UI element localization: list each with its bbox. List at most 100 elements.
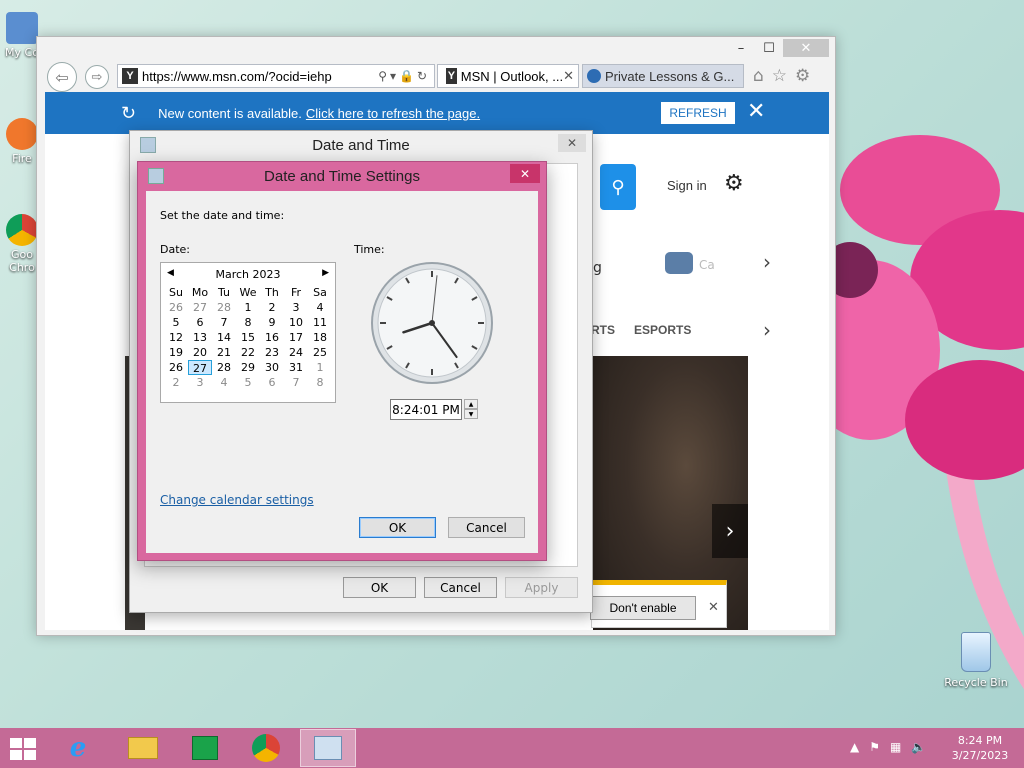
time-spinner[interactable]: ▲ ▼ [464, 399, 478, 420]
action-center-flag-icon[interactable]: ⚑ [869, 740, 880, 754]
calendar-day[interactable]: 28 [212, 360, 236, 375]
calendar-day[interactable]: 26 [164, 360, 188, 375]
calendar-day[interactable]: 27 [188, 360, 212, 375]
tab-msn[interactable]: Y MSN | Outlook, ... ✕ [437, 64, 579, 88]
home-icon[interactable]: ⌂ [753, 66, 764, 86]
calendar-day[interactable]: 1 [308, 360, 332, 375]
dialog-close-button[interactable]: ✕ [558, 134, 586, 152]
volume-muted-icon[interactable]: 🔈 [911, 740, 926, 754]
calendar-month-year[interactable]: March 2023 [215, 268, 280, 281]
calendar-day[interactable]: 19 [164, 345, 188, 360]
minimize-button[interactable]: – [727, 39, 755, 57]
nav-next-icon[interactable]: › [763, 318, 771, 342]
calendar-day[interactable]: 13 [188, 330, 212, 345]
tools-gear-icon[interactable]: ⚙ [795, 66, 810, 86]
calendar-day[interactable]: 15 [236, 330, 260, 345]
calendar-day[interactable]: 24 [284, 345, 308, 360]
refresh-button[interactable]: REFRESH [661, 102, 735, 124]
taskbar-chrome[interactable] [238, 729, 294, 767]
calendar-day[interactable]: 5 [164, 315, 188, 330]
ok-button[interactable]: OK [343, 577, 416, 598]
settings-gear-icon[interactable]: ⚙ [724, 171, 744, 196]
addon-close-icon[interactable]: ✕ [708, 600, 719, 615]
weekday-header: Fr [290, 286, 302, 299]
search-button[interactable]: ⚲ [600, 164, 636, 210]
spin-down-icon[interactable]: ▼ [464, 409, 478, 419]
calendar-day[interactable]: 8 [236, 315, 260, 330]
calendar-day[interactable]: 26 [164, 300, 188, 315]
calendar-day[interactable]: 30 [260, 360, 284, 375]
calendar-day[interactable]: 23 [260, 345, 284, 360]
desktop-icon-recycle-bin[interactable]: Recycle Bin [940, 632, 1012, 689]
close-window-button[interactable]: ✕ [783, 39, 829, 57]
start-button[interactable] [10, 738, 38, 760]
taskbar-ie[interactable]: e [50, 729, 106, 767]
calendar-grid: Su Mo Tu We Th Fr Sa 26 27 28 1 2 3 4 5 6 7 8 9 10 11 12 13 14 1… [164, 285, 335, 390]
calendar-day[interactable]: 6 [260, 375, 284, 390]
calendar-header: ◀ March 2023 ▶ [161, 263, 335, 285]
calendar-day[interactable]: 9 [260, 315, 284, 330]
calendar-day[interactable]: 2 [164, 375, 188, 390]
refresh-page-link[interactable]: Click here to refresh the page. [306, 106, 480, 121]
calendar-day[interactable]: 4 [308, 300, 332, 315]
calendar-day[interactable]: 29 [236, 360, 260, 375]
calendar-day[interactable]: 8 [308, 375, 332, 390]
calendar-day[interactable]: 2 [260, 300, 284, 315]
sign-in-link[interactable]: Sign in [667, 178, 707, 193]
calendar-day[interactable]: 31 [284, 360, 308, 375]
next-month-icon[interactable]: ▶ [322, 268, 329, 278]
taskbar-date-time[interactable] [300, 729, 356, 767]
change-calendar-settings-link[interactable]: Change calendar settings [160, 493, 314, 507]
maximize-button[interactable]: ☐ [755, 39, 783, 57]
address-tools-icons[interactable]: ⚲▾🔒↻ [378, 69, 430, 83]
settings-ok-button[interactable]: OK [359, 517, 436, 538]
settings-close-button[interactable]: ✕ [510, 164, 540, 183]
calendar-day[interactable]: 18 [308, 330, 332, 345]
time-input[interactable]: 8:24:01 PM [390, 399, 462, 420]
settings-cancel-button[interactable]: Cancel [448, 517, 525, 538]
show-hidden-icons[interactable]: ▲ [850, 740, 859, 754]
nav-esports[interactable]: ESPORTS [634, 323, 691, 337]
calendar-day[interactable]: 14 [212, 330, 236, 345]
photo-next-icon[interactable]: › [712, 504, 748, 558]
spin-up-icon[interactable]: ▲ [464, 399, 478, 409]
taskbar-file-explorer[interactable] [115, 729, 171, 767]
back-button[interactable]: ⇦ [47, 62, 77, 92]
calendar-day[interactable]: 12 [164, 330, 188, 345]
car-icon [665, 252, 693, 274]
calendar-day[interactable]: 6 [188, 315, 212, 330]
calendar-day[interactable]: 3 [188, 375, 212, 390]
calendar-day[interactable]: 28 [212, 300, 236, 315]
calendar-day[interactable]: 7 [212, 315, 236, 330]
calendar-day[interactable]: 5 [236, 375, 260, 390]
calendar-day[interactable]: 11 [308, 315, 332, 330]
forward-button[interactable]: ⇨ [85, 65, 109, 89]
calendar-day[interactable]: 4 [212, 375, 236, 390]
taskbar-clock[interactable]: 8:24 PM 3/27/2023 [948, 733, 1012, 763]
calendar-day[interactable]: 21 [212, 345, 236, 360]
car-text: Ca [699, 258, 715, 272]
network-icon[interactable]: ▦ [890, 740, 901, 754]
apply-button[interactable]: Apply [505, 577, 578, 598]
cancel-button[interactable]: Cancel [424, 577, 497, 598]
calendar-day[interactable]: 7 [284, 375, 308, 390]
calendar-day[interactable]: 3 [284, 300, 308, 315]
favorites-star-icon[interactable]: ☆ [772, 66, 787, 86]
calendar-day[interactable]: 25 [308, 345, 332, 360]
prev-month-icon[interactable]: ◀ [167, 268, 174, 278]
calendar-day[interactable]: 1 [236, 300, 260, 315]
calendar-day[interactable]: 10 [284, 315, 308, 330]
dont-enable-button[interactable]: Don't enable [590, 596, 696, 620]
nav-rts[interactable]: RTS [591, 323, 615, 337]
calendar-day[interactable]: 22 [236, 345, 260, 360]
address-bar[interactable]: Y https://www.msn.com/?ocid=iehp ⚲▾🔒↻ [117, 64, 435, 88]
tab-close-icon[interactable]: ✕ [563, 68, 574, 84]
tab-private-lessons[interactable]: Private Lessons & G... [582, 64, 744, 88]
notification-close-icon[interactable]: ✕ [747, 98, 765, 124]
taskbar-store[interactable] [177, 729, 233, 767]
calendar-day[interactable]: 20 [188, 345, 212, 360]
calendar-day[interactable]: 16 [260, 330, 284, 345]
calendar-day[interactable]: 27 [188, 300, 212, 315]
calendar-day[interactable]: 17 [284, 330, 308, 345]
carousel-next-icon[interactable]: › [763, 250, 771, 274]
